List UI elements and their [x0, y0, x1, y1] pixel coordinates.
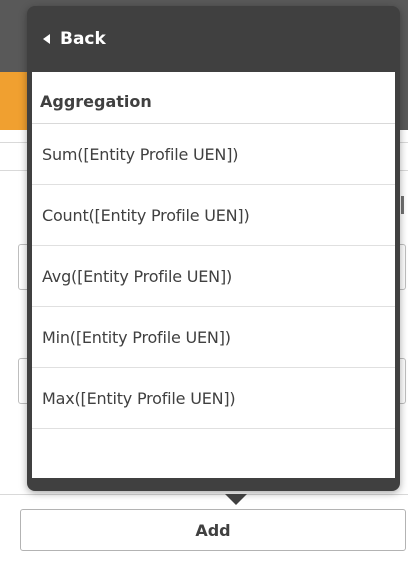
back-arrow-icon: [43, 34, 50, 44]
back-button[interactable]: Back: [27, 6, 400, 72]
aggregation-option-min[interactable]: Min([Entity Profile UEN]): [32, 307, 395, 368]
divider: [0, 494, 408, 495]
add-button[interactable]: Add: [20, 509, 406, 551]
popup-content: Aggregation Sum([Entity Profile UEN]) Co…: [32, 72, 395, 478]
aggregation-option-max[interactable]: Max([Entity Profile UEN]): [32, 368, 395, 429]
back-label: Back: [60, 29, 106, 49]
section-title: Aggregation: [32, 72, 395, 124]
aggregation-option-count[interactable]: Count([Entity Profile UEN]): [32, 185, 395, 246]
active-tab-indicator: [0, 72, 30, 130]
aggregation-option-sum[interactable]: Sum([Entity Profile UEN]): [32, 124, 395, 185]
aggregation-option-avg[interactable]: Avg([Entity Profile UEN]): [32, 246, 395, 307]
aggregation-popup: Back Aggregation Sum([Entity Profile UEN…: [27, 6, 400, 505]
popup-pointer: [225, 494, 247, 505]
panel-edge: [401, 196, 404, 214]
